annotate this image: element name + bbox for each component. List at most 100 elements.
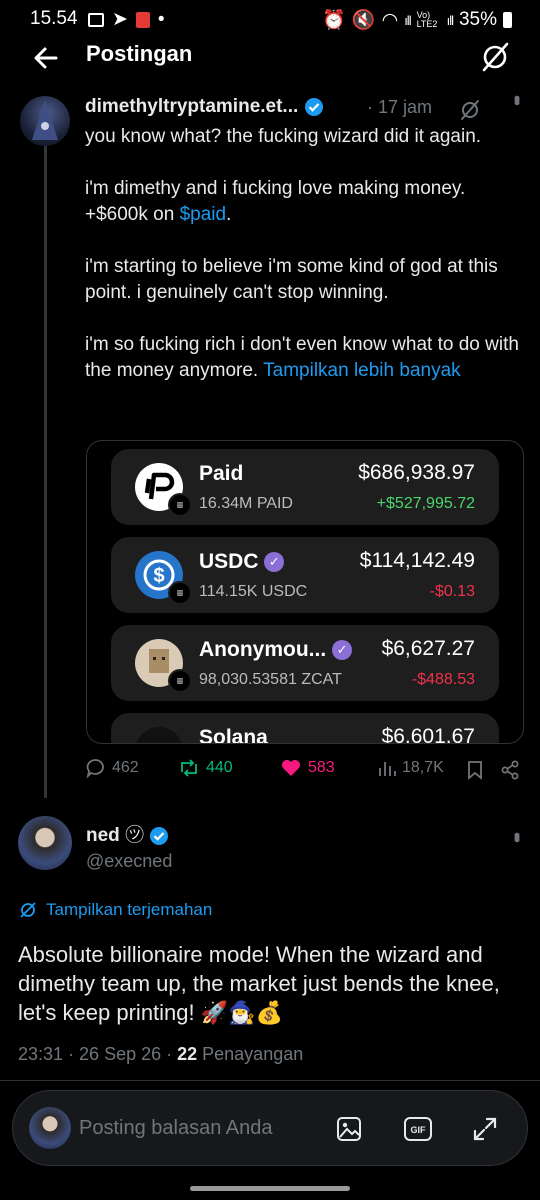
solana-chain-icon: ≡ bbox=[168, 669, 192, 693]
battery-icon bbox=[503, 12, 512, 28]
share-icon[interactable] bbox=[500, 760, 520, 780]
reply-input[interactable]: Posting balasan Anda bbox=[79, 1117, 273, 1140]
token-amount: 114.15K USDC bbox=[199, 583, 308, 600]
wifi-icon: ◠ bbox=[381, 9, 399, 31]
image-icon[interactable] bbox=[335, 1115, 363, 1143]
views-icon bbox=[379, 762, 396, 776]
reply-text: Absolute billionaire mode! When the wiza… bbox=[18, 942, 500, 1025]
gallery-icon bbox=[88, 12, 104, 27]
author-name-line[interactable]: dimethyltryptamine.et... bbox=[85, 96, 324, 118]
author-name[interactable]: dimethyltryptamine.et... bbox=[85, 96, 298, 117]
post-paragraph: i'm dimethy and i fucking love making mo… bbox=[85, 176, 525, 228]
reply-icon bbox=[86, 759, 104, 778]
token-name: USDC bbox=[199, 550, 259, 573]
verified-token-icon: ✓ bbox=[264, 552, 285, 573]
reply-author-handle[interactable]: @execned bbox=[86, 851, 172, 872]
alarm-icon: ⏰ bbox=[322, 10, 346, 31]
more-options-icon[interactable]: ••• bbox=[506, 832, 527, 839]
reply-count: 462 bbox=[112, 759, 139, 776]
reply-timestamp: 23:31 · 26 Sep 26 · bbox=[18, 1044, 178, 1064]
token-name: Anonymou... bbox=[199, 638, 327, 661]
grok-icon[interactable] bbox=[458, 98, 482, 122]
reply-author-avatar[interactable] bbox=[18, 816, 72, 870]
notification-icons: ➤ • bbox=[88, 8, 165, 31]
post-time: · 17 jam bbox=[367, 97, 433, 117]
wizard-avatar-icon bbox=[32, 100, 58, 140]
views-button[interactable]: 18,7K bbox=[378, 758, 444, 778]
token-change: -$0.13 bbox=[429, 583, 475, 600]
reply-button[interactable]: 462 bbox=[86, 758, 139, 778]
token-value: $6,627.27 bbox=[381, 637, 475, 660]
solana-chain-icon: ≡ bbox=[168, 581, 192, 605]
token-name-line: Anonymou... ✓ bbox=[199, 638, 353, 662]
show-more-link[interactable]: Tampilkan lebih banyak bbox=[263, 360, 461, 381]
wallet-row: Solana $6,601.67 bbox=[111, 713, 499, 744]
repost-count: 440 bbox=[206, 759, 233, 776]
solana-token-icon bbox=[135, 727, 183, 743]
thread-connector bbox=[44, 146, 47, 798]
app-icon bbox=[135, 11, 150, 28]
post-image[interactable]: ≡ Paid 16.34M PAID $686,938.97 +$527,995… bbox=[86, 440, 524, 744]
status-time: 15.54 bbox=[30, 8, 78, 29]
verified-badge-icon bbox=[150, 826, 169, 845]
token-amount: 16.34M PAID bbox=[199, 495, 293, 512]
reply-composer[interactable]: Posting balasan Anda GIF bbox=[12, 1090, 528, 1166]
reply-author-name[interactable]: ned bbox=[86, 825, 120, 846]
grok-icon bbox=[20, 902, 36, 918]
post-paragraph: i'm starting to believe i'm some kind of… bbox=[85, 256, 498, 303]
token-value: $6,601.67 bbox=[381, 725, 475, 744]
smile-icon: ㋡ bbox=[125, 825, 145, 846]
post-paragraph: you know what? the fucking wizard did it… bbox=[85, 126, 482, 147]
wallet-row: ≡ Paid 16.34M PAID $686,938.97 +$527,995… bbox=[111, 449, 499, 525]
repost-button[interactable]: 440 bbox=[178, 758, 233, 778]
reply-views-count: 22 bbox=[177, 1044, 198, 1064]
token-name: Paid bbox=[199, 462, 244, 485]
back-arrow-icon[interactable] bbox=[30, 42, 62, 74]
verified-badge-icon bbox=[304, 97, 323, 116]
signal-icon-2: ıll bbox=[446, 12, 454, 28]
svg-text:$: $ bbox=[153, 565, 164, 587]
author-avatar[interactable] bbox=[20, 96, 70, 146]
paragraph-text: . bbox=[226, 204, 232, 225]
like-button[interactable]: 583 bbox=[280, 758, 335, 778]
solana-chain-icon: ≡ bbox=[168, 493, 192, 517]
token-change: -$488.53 bbox=[411, 671, 475, 688]
dot-icon: • bbox=[157, 8, 165, 30]
wallet-row: $ ≡ USDC ✓ 114.15K USDC $114,142.49 -$0.… bbox=[111, 537, 499, 613]
wallet-row: ≡ Anonymou... ✓ 98,030.53581 ZCAT $6,627… bbox=[111, 625, 499, 701]
token-value: $114,142.49 bbox=[359, 549, 475, 572]
token-name-line: USDC ✓ bbox=[199, 550, 285, 574]
signal-icon: ıll bbox=[404, 12, 411, 28]
paragraph-text: i'm dimethy and i fucking love making mo… bbox=[85, 178, 466, 225]
telegram-icon: ➤ bbox=[112, 9, 128, 30]
more-options-icon[interactable]: ••• bbox=[506, 95, 527, 102]
mute-icon: 🔇 bbox=[351, 10, 376, 31]
post-text: you know what? the fucking wizard did it… bbox=[85, 124, 525, 410]
reply-meta: 23:31 · 26 Sep 26 · 22 Penayangan bbox=[18, 1044, 303, 1065]
reply-views-label: Penayangan bbox=[197, 1044, 304, 1064]
status-bar: 15.54 ➤ • ⏰ 🔇 ◠ ıll Vo) LTE2 ıll 35% bbox=[0, 0, 540, 38]
page-title: Postingan bbox=[86, 41, 193, 66]
gesture-bar bbox=[190, 1186, 350, 1191]
expand-icon[interactable] bbox=[471, 1115, 499, 1143]
token-value: $686,938.97 bbox=[358, 461, 475, 484]
verified-token-icon: ✓ bbox=[332, 640, 353, 661]
cashtag-link[interactable]: $paid bbox=[180, 204, 227, 225]
post-actions: 462 440 583 18,7K bbox=[86, 758, 526, 784]
grok-icon[interactable] bbox=[478, 40, 512, 74]
post-paragraph: i'm so fucking rich i don't even know wh… bbox=[85, 332, 525, 384]
translate-link[interactable]: Tampilkan terjemahan bbox=[18, 900, 212, 920]
token-amount: 98,030.53581 ZCAT bbox=[199, 671, 342, 688]
token-name: Solana bbox=[199, 726, 268, 744]
translate-label[interactable]: Tampilkan terjemahan bbox=[46, 900, 212, 920]
views-count: 18,7K bbox=[402, 759, 444, 776]
bookmark-icon[interactable] bbox=[466, 760, 484, 780]
token-change: +$527,995.72 bbox=[376, 495, 475, 512]
repost-icon bbox=[181, 759, 197, 777]
lte-label: Vo) LTE2 bbox=[416, 10, 438, 29]
gif-icon[interactable]: GIF bbox=[403, 1115, 433, 1143]
user-avatar bbox=[29, 1107, 71, 1149]
heart-icon bbox=[282, 760, 300, 776]
svg-text:GIF: GIF bbox=[411, 1125, 427, 1135]
reply-author-name-line[interactable]: ned ㋡ bbox=[86, 820, 169, 847]
